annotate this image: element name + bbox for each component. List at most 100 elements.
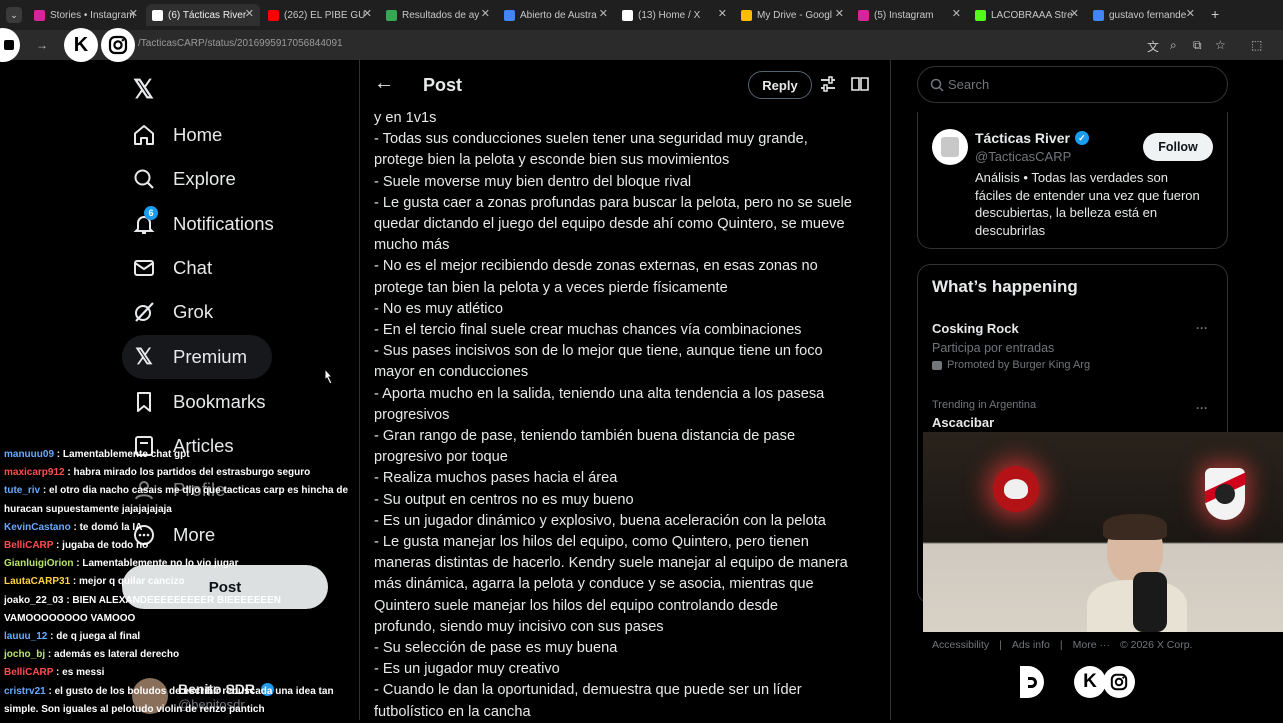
post-text-line: - Le gusta manejar los hilos del equipo,…: [374, 534, 809, 551]
trend-item[interactable]: Cosking Rock Participa por entradas Prom…: [932, 321, 1214, 377]
nav-explore[interactable]: Explore: [132, 161, 236, 197]
notifications-badge: 6: [144, 206, 158, 220]
follow-button-label: Follow: [1158, 140, 1198, 154]
chat-text: Lamentablemente chat gpt: [62, 449, 190, 460]
footer-link[interactable]: © 2026 X Corp.: [1120, 639, 1193, 651]
nav-chat[interactable]: Chat: [132, 250, 212, 286]
url-field[interactable]: /TacticasCARP/status/2016995917056844091: [138, 38, 343, 49]
post-text-line: - Es un jugador muy creativo: [374, 661, 560, 678]
chat-username: jocho_bj: [4, 649, 46, 661]
tab-close-icon[interactable]: ✕: [129, 7, 138, 20]
chat-text: habra mirado los partidos del estrasburg…: [73, 467, 311, 479]
browser-tab[interactable]: (6) Tácticas River ✕: [146, 4, 260, 26]
tab-favicon-icon: [858, 9, 869, 21]
reply-button[interactable]: Reply: [748, 71, 812, 99]
nav-grok[interactable]: Grok: [132, 294, 213, 330]
translate-icon[interactable]: 文: [1147, 38, 1159, 55]
chat-username: manuuu09: [4, 449, 55, 460]
nav-chat-label: Chat: [173, 257, 213, 278]
nav-home[interactable]: Home: [132, 117, 222, 153]
bookmark-icon: [132, 390, 156, 414]
x-logo[interactable]: 𝕏: [133, 74, 154, 105]
chat-username: KevinCastano: [4, 521, 71, 533]
profile-avatar[interactable]: [932, 129, 968, 165]
footer-link[interactable]: Ads info: [1012, 639, 1050, 651]
post-text-line: - Sus pases incisivos son de lo mejor qu…: [374, 343, 823, 360]
footer-link[interactable]: Accessibility: [932, 639, 989, 651]
browser-tab[interactable]: Abierto de Austra ✕: [498, 4, 614, 26]
tab-close-icon[interactable]: ✕: [1186, 7, 1195, 20]
post-text-line: maneras distintas de hacerlo. Kendry sue…: [374, 555, 848, 572]
nav-notifications-label: Notifications: [173, 213, 274, 234]
browser-tab[interactable]: (5) Instagram ✕: [852, 4, 967, 26]
post-text-line: - No es el mejor recibiendo desde zonas …: [374, 258, 818, 275]
new-tab-button[interactable]: +: [1211, 6, 1219, 22]
back-arrow-icon[interactable]: ←: [374, 72, 394, 95]
chat-text: mejor q quilar cancizo: [79, 576, 185, 588]
browser-tab[interactable]: Stories • Instagram ✕: [28, 4, 144, 26]
tab-close-icon[interactable]: ✕: [363, 7, 372, 20]
bookmark-star-icon[interactable]: ☆: [1215, 38, 1226, 52]
more-options-icon[interactable]: ···: [1196, 321, 1208, 335]
chat-username: LautaCARP31: [4, 576, 71, 588]
zoom-icon[interactable]: ⌕: [1170, 38, 1177, 53]
tab-close-icon[interactable]: ✕: [835, 7, 844, 20]
page-title: Post: [423, 75, 463, 95]
browser-tab[interactable]: (13) Home / X ✕: [616, 4, 733, 26]
nav-premium-label: Premium: [173, 346, 248, 367]
forward-icon[interactable]: →: [36, 38, 48, 52]
tab-close-icon[interactable]: ✕: [718, 7, 727, 20]
promoted-icon: [932, 360, 942, 370]
tab-label: LACOBRAAA Stre: [991, 9, 1073, 21]
tab-close-icon[interactable]: ✕: [952, 7, 961, 20]
kick-logo: K: [64, 28, 98, 62]
search-icon: [132, 167, 156, 191]
sliders-icon[interactable]: [820, 75, 836, 98]
post-text-line: progresivo por toque: [374, 449, 508, 466]
browser-tab[interactable]: My Drive - Googl ✕: [735, 4, 850, 26]
profile-name[interactable]: Tácticas River ✓: [975, 130, 1089, 146]
tab-close-icon[interactable]: ✕: [481, 7, 490, 20]
install-icon[interactable]: ⧉: [1193, 38, 1202, 53]
post-text-line: - Su selección de pase es muy buena: [374, 640, 618, 657]
tab-search-icon[interactable]: ⌄: [6, 7, 22, 23]
browser-tab[interactable]: Resultados de ay ✕: [380, 4, 496, 26]
reader-icon[interactable]: [851, 76, 869, 97]
browser-tab-bar: ⌄ Stories • Instagram ✕ (6) Tácticas River…: [0, 0, 1283, 30]
tab-close-icon[interactable]: ✕: [599, 7, 608, 20]
more-options-icon[interactable]: ···: [1196, 401, 1208, 415]
footer-links: Accessibility | Ads info | More ··· © 2026 X …: [932, 639, 1192, 651]
footer-link[interactable]: More ···: [1073, 639, 1110, 651]
chat-message: tute_riv : el otro dia nacho casais me d…: [4, 485, 349, 515]
search-input[interactable]: Search: [917, 66, 1228, 103]
follow-button[interactable]: Follow: [1143, 133, 1213, 161]
browser-tab[interactable]: gustavo fernande ✕: [1087, 4, 1201, 26]
tab-close-icon[interactable]: ✕: [245, 7, 254, 20]
tab-favicon-icon: [1093, 9, 1104, 21]
trend-title: Cosking Rock: [932, 321, 1019, 336]
chat-message: KevinCastano : te domó la IA: [4, 521, 143, 533]
chat-text: el otro dia nacho casais me dijo que tac…: [4, 485, 349, 515]
post-text-line: quedar dictando el juego del equipo desd…: [374, 216, 845, 233]
post-text-line: más dinámica, agarra la pelota y conduce…: [374, 576, 814, 593]
browser-tab[interactable]: (262) EL PIBE GU ✕: [262, 4, 378, 26]
post-text-line: - Todas sus conducciones suelen tener un…: [374, 131, 808, 148]
chat-message: lauuu_12 : de q juega al final: [4, 631, 141, 643]
nav-bookmarks[interactable]: Bookmarks: [132, 384, 266, 420]
nav-premium[interactable]: 𝕏 Premium: [132, 339, 247, 375]
browser-tab[interactable]: LACOBRAAA Stre ✕: [969, 4, 1085, 26]
grok-icon: [132, 300, 156, 324]
extensions-icon[interactable]: ⬚: [1251, 38, 1262, 52]
chat-message: LautaCARP31 : mejor q quilar cancizo: [4, 576, 185, 588]
tab-label: (262) EL PIBE GU: [284, 9, 366, 21]
tab-label: Resultados de ay: [402, 9, 480, 21]
chat-message: maxicarp912 : habra mirado los partidos …: [4, 467, 311, 479]
nav-notifications[interactable]: 6 Notifications: [132, 206, 274, 242]
tab-close-icon[interactable]: ✕: [1070, 7, 1079, 20]
tab-label: My Drive - Googl: [757, 9, 833, 21]
search-placeholder: Search: [948, 77, 990, 92]
verified-icon: ✓: [1074, 131, 1089, 145]
post-text-line: - Realiza muchos pases hacia el área: [374, 470, 618, 487]
trend-item[interactable]: Trending in Argentina Ascacibar: [932, 399, 1214, 430]
post-header: ← Post Reply: [360, 60, 890, 110]
